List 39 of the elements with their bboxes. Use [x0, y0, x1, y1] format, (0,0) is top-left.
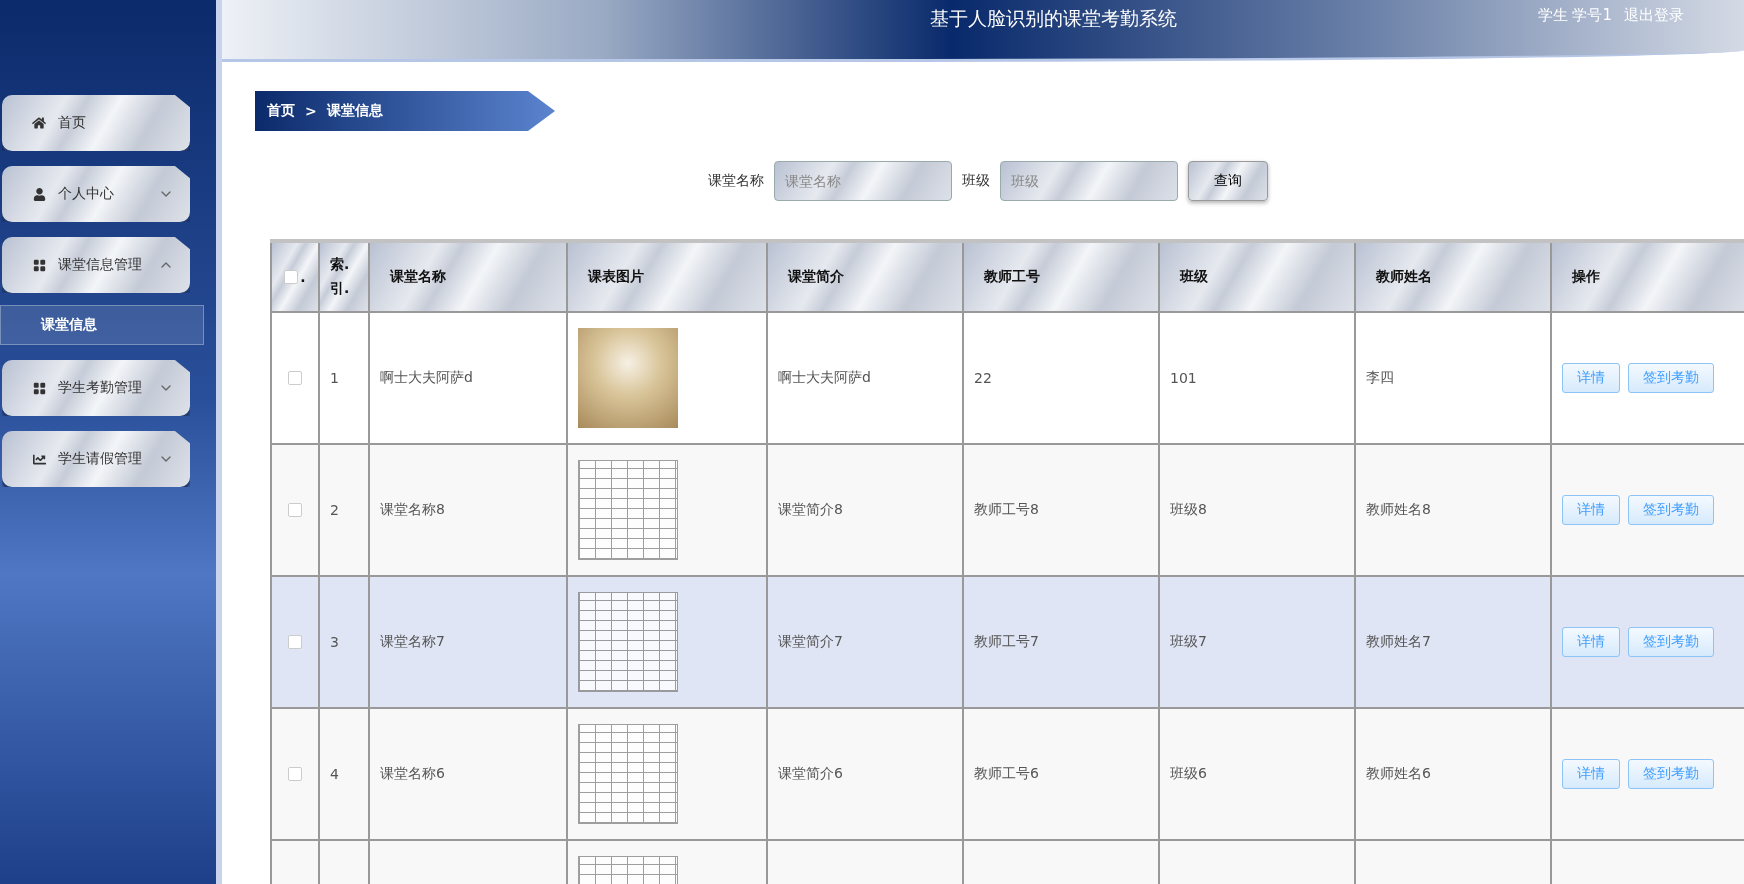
- breadcrumb-link[interactable]: 首页: [267, 102, 295, 120]
- row-checkbox[interactable]: [288, 767, 302, 781]
- search-button[interactable]: 查询: [1188, 161, 1268, 201]
- column-header: 教师工号: [964, 243, 1160, 313]
- grid-icon: [32, 258, 46, 272]
- user-label: 学生 学号1: [1537, 6, 1612, 25]
- breadcrumb-link[interactable]: 课堂信息: [326, 102, 383, 120]
- column-header: 班级: [1160, 243, 1356, 313]
- person-icon: [32, 187, 46, 201]
- row-checkbox[interactable]: [288, 371, 302, 385]
- header-text: .: [300, 269, 306, 285]
- column-header: 课表图片: [568, 243, 768, 313]
- breadcrumb-separator: >: [305, 103, 317, 119]
- sidebar-item[interactable]: 学生考勤管理: [2, 360, 190, 416]
- row-checkbox[interactable]: [288, 635, 302, 649]
- column-header: 索.引.: [320, 243, 370, 313]
- table-row[interactable]: 4 课堂名称6 课堂简介6 教师工号6 班级6 教师姓名6 详情 签到考勤: [270, 709, 1744, 841]
- home-icon: [32, 116, 46, 130]
- table-row[interactable]: 3 课堂名称7 课堂简介7 教师工号7 班级7 教师姓名7 详情 签到考勤: [270, 577, 1744, 709]
- grid-icon: [32, 381, 46, 395]
- column-header: 教师姓名: [1356, 243, 1552, 313]
- sidebar-item[interactable]: 个人中心: [2, 166, 190, 222]
- sidebar-item[interactable]: 首页: [2, 95, 190, 151]
- sidebar-item[interactable]: 学生请假管理: [2, 431, 190, 487]
- column-header: 课堂名称: [370, 243, 568, 313]
- field-label: 课堂名称: [708, 172, 764, 190]
- table-row[interactable]: 1 啊士大夫阿萨d 啊士大夫阿萨d 22 101 李四 详情 签到考勤: [270, 313, 1744, 445]
- sidebar-item[interactable]: 课堂信息管理: [2, 237, 190, 293]
- chart-icon: [32, 452, 46, 466]
- app-title: 基于人脸识别的课堂考勤系统: [929, 7, 1177, 29]
- table-row[interactable]: 2 课堂名称8 课堂简介8 教师工号8 班级8 教师姓名8 详情 签到考勤: [270, 445, 1744, 577]
- select-all-checkbox[interactable]: [284, 270, 299, 284]
- search-field[interactable]: 课堂名称: [774, 161, 952, 201]
- column-header: 操作: [1552, 243, 1744, 313]
- sidebar-subitem[interactable]: 课堂信息: [0, 305, 204, 345]
- row-checkbox[interactable]: [288, 503, 302, 517]
- column-header: 课堂简介: [768, 243, 964, 313]
- search-field[interactable]: 班级: [1000, 161, 1178, 201]
- field-label: 班级: [962, 172, 990, 190]
